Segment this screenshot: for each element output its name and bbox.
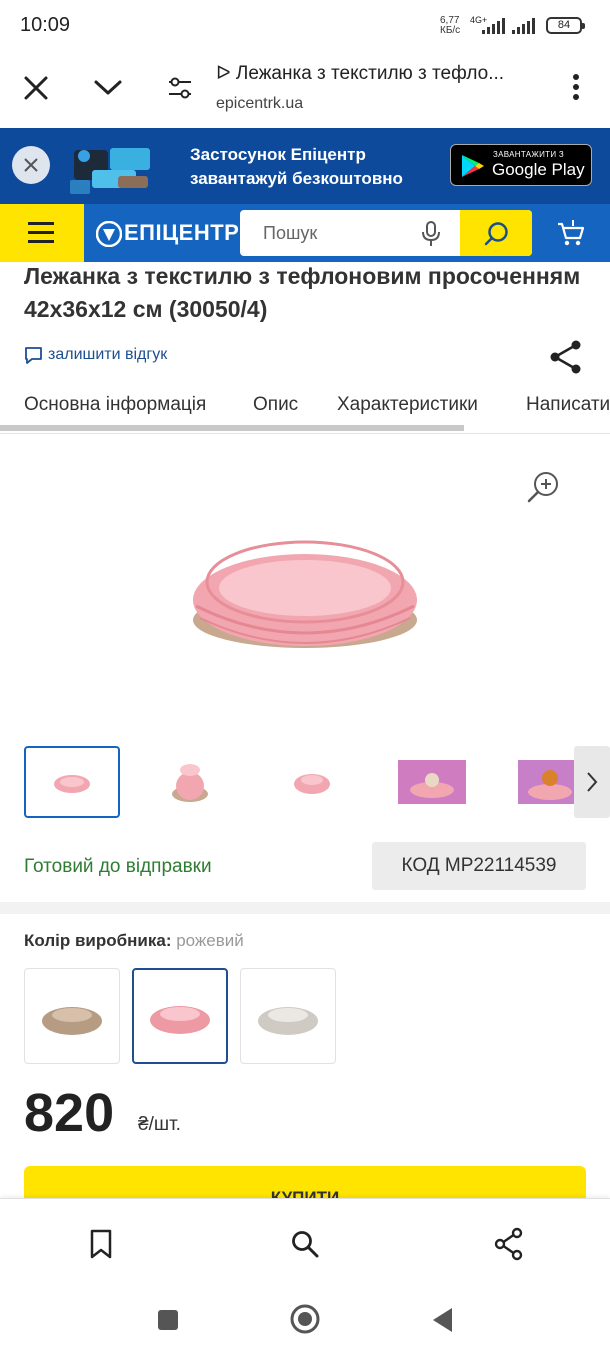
home-icon[interactable] <box>289 1303 321 1335</box>
promo-text: Застосунок Епіцентр завантажуй безкоштов… <box>190 143 403 191</box>
screen: { "status_bar": { "time": "10:09", "net_… <box>0 0 610 1356</box>
color-label-text: Колір виробника: <box>24 931 172 950</box>
price-value: 820 <box>24 1083 115 1143</box>
search-box <box>240 210 532 256</box>
thumbnail-next-button[interactable] <box>574 746 610 818</box>
net-speed-unit: КБ/с <box>440 25 461 36</box>
hamburger-icon <box>28 222 54 243</box>
signal-icon <box>482 18 505 34</box>
price-unit: ₴/шт. <box>138 1114 181 1135</box>
product-code: КОД MP22114539 <box>372 842 586 890</box>
thumbnail-4[interactable] <box>384 746 480 818</box>
hamburger-menu-button[interactable] <box>0 204 84 262</box>
site-logo[interactable]: ЕПІЦЕНТР <box>124 220 239 246</box>
store-small-label: ЗАВАНТАЖИТИ З <box>493 150 565 159</box>
cart-icon[interactable] <box>556 218 586 248</box>
system-nav-bar <box>0 1290 610 1356</box>
share-icon[interactable] <box>494 1227 524 1261</box>
tabs-scrollbar[interactable] <box>0 425 464 431</box>
clock: 10:09 <box>20 14 71 36</box>
site-header: ЕПІЦЕНТР <box>0 204 610 262</box>
color-option-pink[interactable] <box>132 968 228 1064</box>
tab-description[interactable]: Опис <box>253 394 298 416</box>
recents-icon[interactable] <box>156 1308 180 1332</box>
status-bar: 10:09 6,77 КБ/с 4G+ 84 <box>0 0 610 52</box>
promo-line1: Застосунок Епіцентр <box>190 145 366 164</box>
tab-characteristics[interactable]: Характеристики <box>337 394 478 416</box>
swatch-image <box>258 1007 318 1035</box>
mic-icon[interactable] <box>420 221 442 247</box>
logo-icon <box>96 221 122 247</box>
product-main-image[interactable] <box>160 510 450 670</box>
search-icon <box>484 222 508 246</box>
browser-toolbar: ᐅ Лежанка з текстилю з тефло... epicentr… <box>0 52 610 128</box>
more-vert-icon[interactable] <box>566 72 586 102</box>
leave-review-link[interactable]: залишити відгук <box>48 346 167 364</box>
chevron-right-icon <box>587 772 598 792</box>
search-submit-button[interactable] <box>460 210 532 256</box>
network-speed: 6,77 КБ/с <box>440 16 460 36</box>
page-title[interactable]: ᐅ Лежанка з текстилю з тефло... <box>216 62 556 85</box>
close-icon[interactable] <box>22 74 50 102</box>
tab-main-info[interactable]: Основна інформація <box>24 394 206 416</box>
thumbnail-3[interactable] <box>262 746 358 818</box>
google-play-icon <box>462 155 484 177</box>
thumbnail-1[interactable] <box>24 746 120 818</box>
thumbnail-2[interactable] <box>142 746 238 818</box>
color-option-beige[interactable] <box>24 968 120 1064</box>
zoom-in-icon[interactable] <box>526 470 560 504</box>
search-icon[interactable] <box>290 1229 320 1259</box>
chevron-down-icon[interactable] <box>92 76 124 98</box>
store-big-label: Google Play <box>492 160 585 179</box>
promo-illustration <box>70 148 150 194</box>
promo-close-button[interactable] <box>12 146 50 184</box>
swatch-image <box>150 1006 210 1034</box>
product-title: Лежанка з текстилю з тефлоновим просочен… <box>24 263 581 322</box>
thumbnail-image <box>398 760 466 804</box>
battery-indicator: 84 <box>546 17 585 34</box>
app-promo-banner: Застосунок Епіцентр завантажуй безкоштов… <box>0 128 610 204</box>
share-icon[interactable] <box>548 338 584 376</box>
color-option-grey[interactable] <box>240 968 336 1064</box>
tune-icon[interactable] <box>166 74 194 102</box>
color-label: Колір виробника: рожевий <box>24 931 244 951</box>
thumbnail-image <box>172 764 208 802</box>
availability-status: Готовий до відправки <box>24 856 212 877</box>
browser-bottom-bar <box>0 1198 610 1290</box>
section-divider <box>0 902 610 914</box>
thumbnail-image <box>54 775 90 793</box>
tab-write-review[interactable]: Написати <box>526 394 610 416</box>
page-url[interactable]: epicentrk.ua <box>216 95 303 113</box>
google-play-button[interactable]: ЗАВАНТАЖИТИ З Google Play <box>450 144 592 186</box>
color-value: рожевий <box>176 931 244 950</box>
thumbnail-strip <box>0 746 610 820</box>
back-icon[interactable] <box>430 1306 454 1334</box>
review-icon <box>25 347 42 364</box>
close-icon <box>24 158 38 172</box>
thumbnail-image <box>294 774 330 794</box>
promo-line2: завантажуй безкоштовно <box>190 169 403 188</box>
bookmark-icon[interactable] <box>88 1229 114 1259</box>
signal-icon-2 <box>512 18 535 34</box>
swatch-image <box>42 1007 102 1035</box>
